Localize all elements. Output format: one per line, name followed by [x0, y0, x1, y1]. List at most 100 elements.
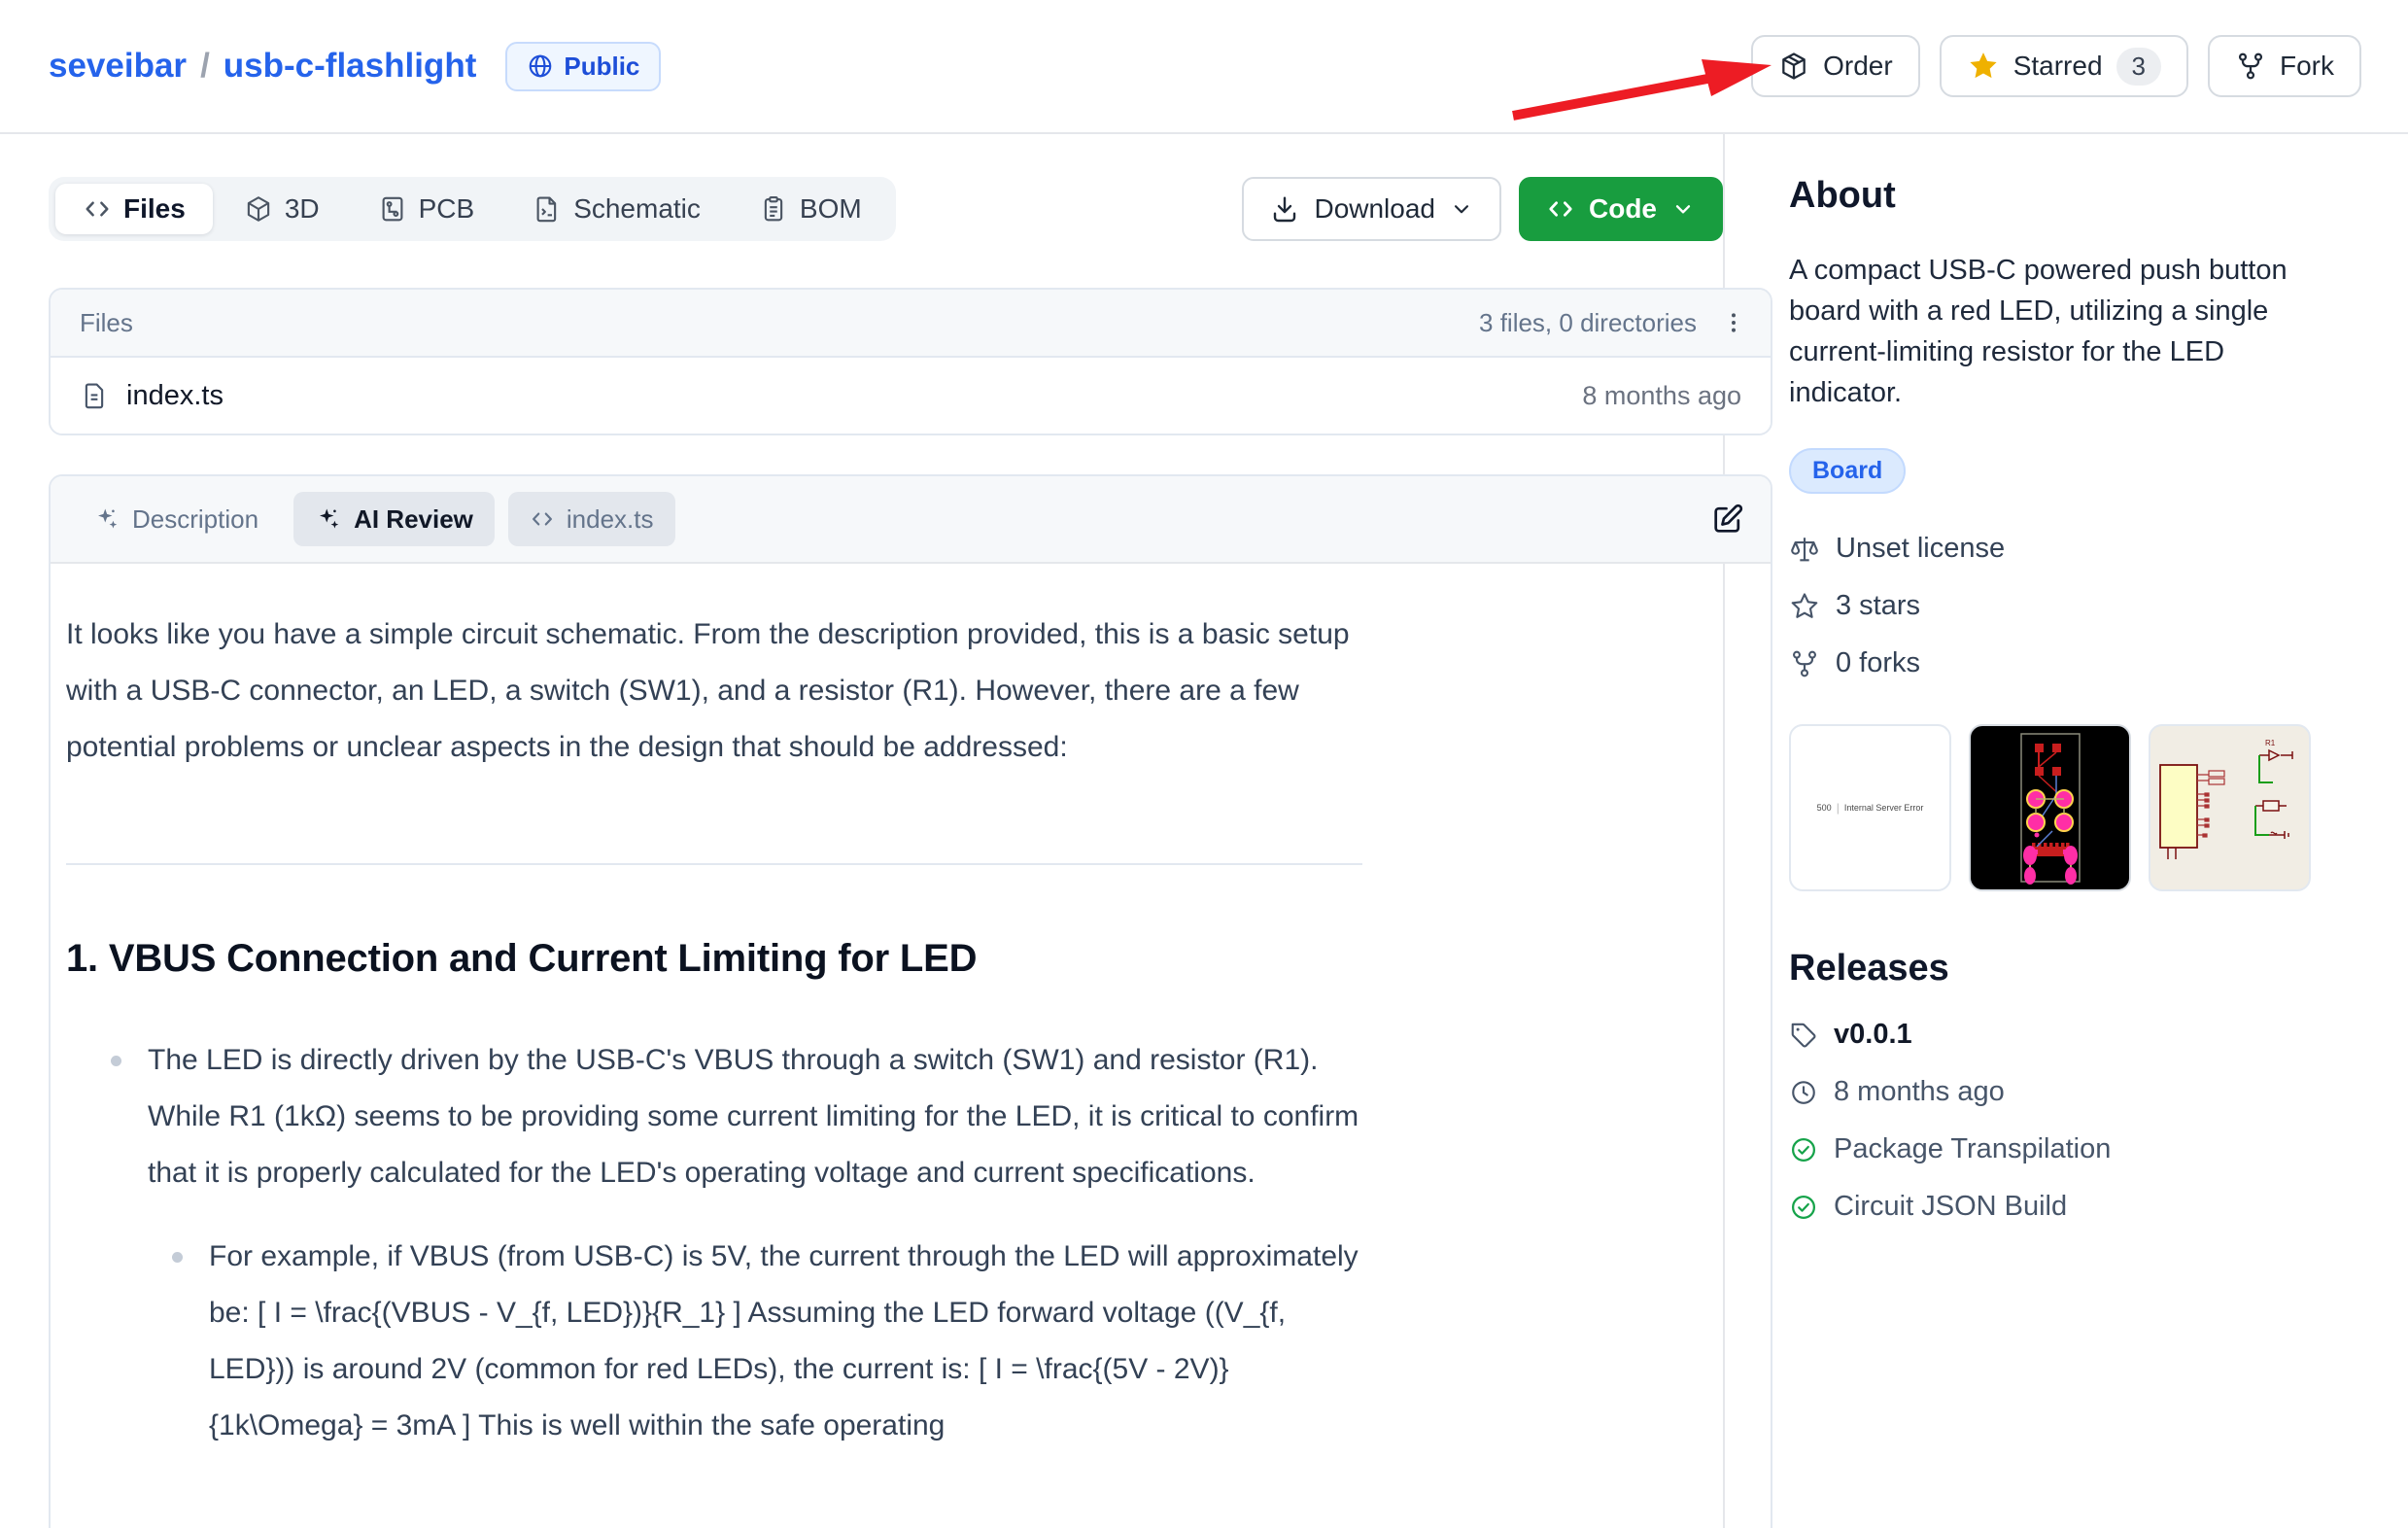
starred-button[interactable]: Starred 3: [1940, 35, 2188, 97]
toolbar-buttons: Download Code: [1242, 177, 1723, 241]
code-icon: [530, 506, 555, 532]
thumbnail-pcb-preview[interactable]: [1969, 724, 2131, 891]
files-summary: 3 files, 0 directories: [1479, 308, 1697, 338]
tab-bom[interactable]: BOM: [732, 184, 889, 234]
repo-header: seveibar / usb-c-flashlight Public Order: [0, 0, 2408, 134]
forks-row[interactable]: 0 forks: [1789, 647, 2312, 679]
license-row: Unset license: [1789, 533, 2312, 565]
section-heading: 1. VBUS Connection and Current Limiting …: [66, 935, 1393, 982]
content-layout: Files 3D PCB: [0, 134, 2408, 1528]
stars-row[interactable]: 3 stars: [1789, 590, 2312, 622]
view-tabs: Files 3D PCB: [49, 177, 896, 241]
breadcrumb-separator: /: [200, 47, 210, 86]
code-button[interactable]: Code: [1519, 177, 1723, 241]
tab-files-label: Files: [123, 193, 186, 225]
tab-index-ts[interactable]: index.ts: [508, 492, 675, 546]
chevron-down-icon: [1449, 196, 1474, 222]
tab-pcb-label: PCB: [419, 193, 475, 225]
cube-icon: [244, 194, 273, 224]
review-list: The LED is directly driven by the USB-C'…: [66, 1032, 1393, 1454]
license-label: Unset license: [1836, 533, 2005, 565]
chevron-down-icon: [1670, 196, 1696, 222]
tab-index-ts-label: index.ts: [567, 504, 654, 535]
visibility-badge: Public: [505, 42, 661, 91]
sidebar: About A compact USB-C powered push butto…: [1725, 134, 2312, 1528]
fork-label: Fork: [2280, 51, 2334, 82]
thumbnail-3d-preview[interactable]: 500 | Internal Server Error: [1789, 724, 1951, 891]
thumbnail-schematic-preview[interactable]: R1: [2149, 724, 2311, 891]
tab-bom-label: BOM: [800, 193, 862, 225]
fork-icon: [1789, 648, 1820, 679]
files-card-title: Files: [80, 308, 133, 338]
tab-pcb[interactable]: PCB: [351, 184, 502, 234]
visibility-label: Public: [564, 52, 639, 82]
markdown-content: It looks like you have a simple circuit …: [66, 607, 1393, 1454]
globe-icon: [527, 52, 554, 80]
tab-description[interactable]: Description: [72, 492, 280, 546]
tab-ai-review[interactable]: AI Review: [293, 492, 495, 546]
forks-label: 0 forks: [1836, 647, 1920, 679]
bullet-text: The LED is directly driven by the USB-C'…: [148, 1044, 1359, 1189]
check-label: Circuit JSON Build: [1834, 1191, 2067, 1223]
code-icon: [83, 194, 112, 224]
releases-section: Releases v0.0.1 8 months ago: [1789, 948, 2312, 1223]
review-sublist: For example, if VBUS (from USB-C) is 5V,…: [148, 1229, 1392, 1454]
fork-icon: [2235, 51, 2266, 82]
files-card: Files 3 files, 0 directories index.ts 8 …: [49, 288, 1772, 435]
thumbnail-error-text: 500 | Internal Server Error: [1817, 801, 1924, 815]
about-title: About: [1789, 175, 2312, 217]
review-intro: It looks like you have a simple circuit …: [66, 607, 1393, 776]
file-name-link[interactable]: index.ts: [126, 380, 224, 412]
files-card-header: Files 3 files, 0 directories: [51, 290, 1771, 358]
review-card: Description AI Review index.ts: [49, 474, 1772, 1528]
tab-schematic[interactable]: Schematic: [505, 184, 728, 234]
view-toolbar: Files 3D PCB: [49, 177, 1723, 241]
release-rows: v0.0.1 8 months ago Package Transpilatio…: [1789, 1019, 2312, 1223]
tab-description-label: Description: [132, 504, 258, 535]
tab-files[interactable]: Files: [55, 184, 213, 234]
release-age: 8 months ago: [1834, 1076, 2005, 1108]
code-icon: [1546, 194, 1575, 224]
code-label: Code: [1589, 193, 1657, 225]
sparkles-icon: [315, 505, 342, 533]
tab-schematic-label: Schematic: [573, 193, 701, 225]
file-row[interactable]: index.ts 8 months ago: [51, 358, 1771, 434]
owner-link[interactable]: seveibar: [49, 47, 187, 86]
package-icon: [1778, 51, 1809, 82]
topic-chips: Board: [1789, 448, 2312, 494]
stars-label: 3 stars: [1836, 590, 1920, 622]
tab-ai-review-label: AI Review: [354, 504, 473, 535]
download-icon: [1269, 193, 1300, 225]
main-column: Files 3D PCB: [0, 134, 1725, 1528]
starred-label: Starred: [2013, 51, 2103, 82]
sparkles-icon: [93, 505, 120, 533]
star-count-badge: 3: [2116, 48, 2161, 86]
check-label: Package Transpilation: [1834, 1133, 2111, 1165]
repo-page: seveibar / usb-c-flashlight Public Order: [0, 0, 2408, 1528]
check-circle-icon: [1789, 1193, 1818, 1222]
scale-icon: [1789, 534, 1820, 565]
board-topic-chip[interactable]: Board: [1789, 448, 1906, 494]
order-label: Order: [1823, 51, 1893, 82]
tab-3d-label: 3D: [285, 193, 320, 225]
schematic-preview-art: R1: [2150, 726, 2309, 889]
order-button[interactable]: Order: [1751, 35, 1920, 97]
fork-button[interactable]: Fork: [2208, 35, 2361, 97]
repo-name-link[interactable]: usb-c-flashlight: [224, 47, 477, 86]
bom-icon: [759, 194, 788, 224]
releases-title: Releases: [1789, 948, 2312, 990]
schematic-icon: [533, 194, 562, 224]
tab-3d[interactable]: 3D: [217, 184, 347, 234]
release-check-row: Circuit JSON Build: [1789, 1191, 2312, 1223]
header-actions: Order Starred 3 Fork: [1751, 35, 2361, 97]
release-version-link[interactable]: v0.0.1: [1834, 1019, 1912, 1051]
preview-thumbnails: 500 | Internal Server Error: [1789, 724, 2312, 891]
repo-meta: Unset license 3 stars 0 forks: [1789, 533, 2312, 679]
clock-icon: [1789, 1078, 1818, 1107]
svg-text:R1: R1: [2265, 739, 2276, 747]
download-button[interactable]: Download: [1242, 177, 1501, 241]
check-circle-icon: [1789, 1135, 1818, 1164]
download-label: Download: [1314, 193, 1435, 225]
file-updated: 8 months ago: [1582, 381, 1741, 411]
star-icon: [1967, 50, 2000, 83]
